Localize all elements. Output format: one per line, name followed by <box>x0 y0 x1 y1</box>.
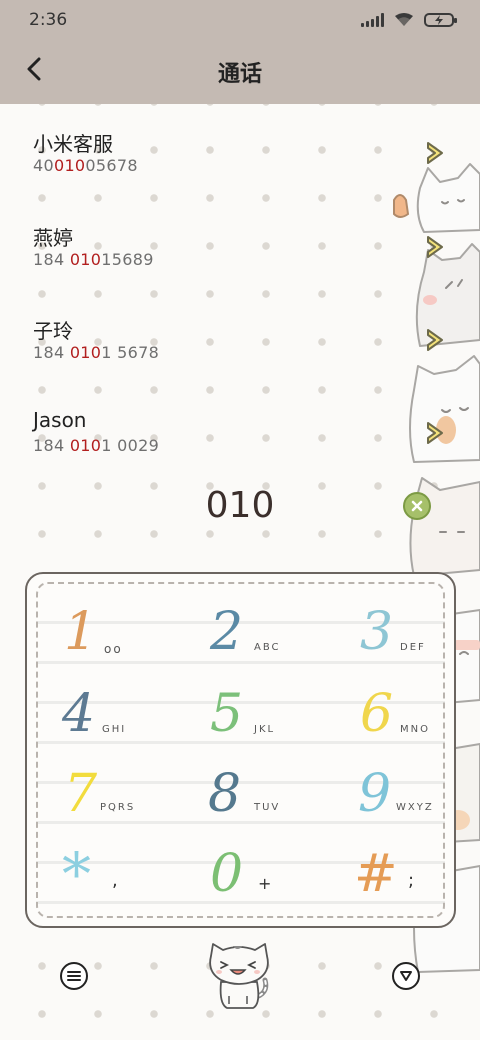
key-letters: oo <box>104 642 123 656</box>
contact-name: 小米客服 <box>33 132 113 156</box>
top-bar: 2:36 通话 <box>0 0 480 104</box>
key-digit: 2 <box>210 602 244 662</box>
system-icons <box>361 13 457 27</box>
key-digit: 9 <box>358 764 392 824</box>
key-5[interactable]: 5 JKL <box>198 680 338 760</box>
cat-call-icon[interactable] <box>203 942 275 1010</box>
wifi-icon <box>395 13 413 26</box>
key-star[interactable]: * , <box>52 840 192 916</box>
contact-name: 燕婷 <box>33 226 73 250</box>
clear-button[interactable] <box>403 492 431 520</box>
contact-item[interactable]: Jason 184 0101 0029 <box>0 408 480 496</box>
key-digit: 4 <box>62 684 96 744</box>
contact-number: 184 0101 5678 <box>33 343 160 362</box>
key-hash[interactable]: # ; <box>348 840 443 916</box>
signal-icon <box>361 13 384 27</box>
key-letters: PQRS <box>100 802 136 813</box>
contact-item[interactable]: 小米客服 4001005678 <box>0 128 480 216</box>
contact-name: Jason <box>33 408 87 432</box>
key-4[interactable]: 4 GHI <box>52 680 192 760</box>
key-digit: 6 <box>360 684 394 744</box>
key-digit: 3 <box>360 602 394 662</box>
key-1[interactable]: 1 oo <box>52 596 192 676</box>
key-digit: 8 <box>208 764 242 824</box>
key-0[interactable]: 0 + <box>198 840 338 916</box>
key-8[interactable]: 8 TUV <box>198 760 338 840</box>
contact-number: 184 01015689 <box>33 250 154 269</box>
key-7[interactable]: 7 PQRS <box>52 760 192 840</box>
key-digit: 7 <box>64 764 98 824</box>
dial-keypad: 1 oo 2 ABC 3 DEF 4 GHI 5 JKL 6 MNO 7 PQR… <box>25 572 456 928</box>
key-digit: * <box>62 840 91 908</box>
chevron-right-icon[interactable] <box>424 140 448 166</box>
collapse-keypad-icon <box>400 971 412 981</box>
status-bar: 2:36 <box>0 0 480 42</box>
chevron-right-icon[interactable] <box>424 420 448 446</box>
key-digit: # <box>354 844 398 904</box>
contact-number: 4001005678 <box>33 156 138 175</box>
collapse-keypad-button[interactable] <box>392 962 420 990</box>
key-6[interactable]: 6 MNO <box>348 680 443 760</box>
battery-icon <box>424 13 457 27</box>
key-9[interactable]: 9 WXYZ <box>348 760 443 840</box>
key-3[interactable]: 3 DEF <box>348 596 443 676</box>
status-time: 2:36 <box>29 10 68 30</box>
menu-button[interactable] <box>60 962 88 990</box>
key-letters: TUV <box>254 802 281 813</box>
chevron-right-icon[interactable] <box>424 234 448 260</box>
key-letters: ; <box>408 870 417 891</box>
key-digit: 5 <box>210 684 244 744</box>
key-letters: DEF <box>400 642 426 653</box>
chevron-right-icon[interactable] <box>424 327 448 353</box>
key-2[interactable]: 2 ABC <box>198 596 338 676</box>
key-digit: 1 <box>64 602 98 662</box>
contact-name: 子玲 <box>33 319 73 343</box>
page-title: 通话 <box>217 62 262 87</box>
key-letters: MNO <box>400 724 430 735</box>
contact-item[interactable]: 子玲 184 0101 5678 <box>0 315 480 403</box>
key-letters: WXYZ <box>396 802 434 813</box>
contact-number: 184 0101 0029 <box>33 436 160 455</box>
clear-icon <box>411 500 423 512</box>
key-letters: + <box>258 874 274 893</box>
key-digit: 0 <box>210 844 244 904</box>
keypad-inner: 1 oo 2 ABC 3 DEF 4 GHI 5 JKL 6 MNO 7 PQR… <box>36 582 445 918</box>
menu-icon <box>67 971 81 981</box>
contact-item[interactable]: 燕婷 184 01015689 <box>0 222 480 310</box>
key-letters: , <box>112 870 120 891</box>
key-letters: GHI <box>102 724 127 735</box>
key-letters: JKL <box>254 724 276 735</box>
key-letters: ABC <box>254 642 281 653</box>
